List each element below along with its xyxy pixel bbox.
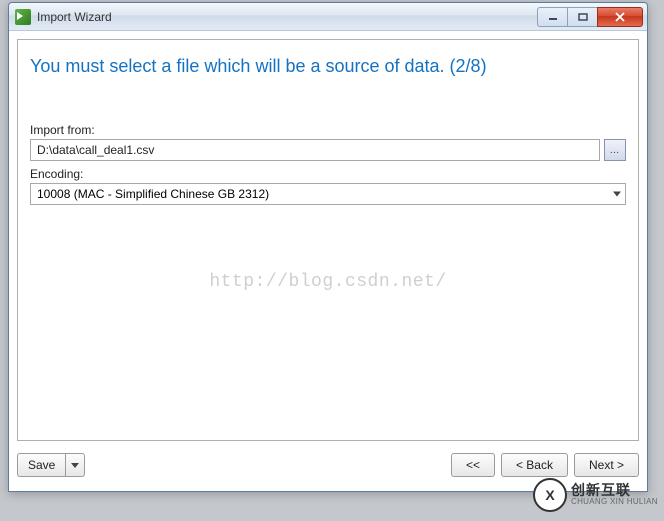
- browse-button[interactable]: …: [604, 139, 626, 161]
- encoding-select[interactable]: 10008 (MAC - Simplified Chinese GB 2312): [30, 183, 626, 205]
- import-from-group: Import from: …: [18, 117, 638, 161]
- maximize-button[interactable]: [567, 7, 597, 27]
- save-split-button: Save: [17, 453, 85, 477]
- watermark-text: http://blog.csdn.net/: [18, 272, 638, 292]
- encoding-value: 10008 (MAC - Simplified Chinese GB 2312): [37, 187, 269, 201]
- titlebar: Import Wizard: [9, 3, 647, 31]
- brand-text: 创新互联 CHUANG XIN HULIAN: [571, 483, 658, 506]
- back-button[interactable]: < Back: [501, 453, 568, 477]
- import-from-label: Import from:: [30, 123, 626, 137]
- maximize-icon: [578, 13, 588, 21]
- save-button[interactable]: Save: [17, 453, 65, 477]
- close-icon: [614, 12, 626, 22]
- first-button[interactable]: <<: [451, 453, 495, 477]
- next-button[interactable]: Next >: [574, 453, 639, 477]
- import-from-input[interactable]: [30, 139, 600, 161]
- brand-cn: 创新互联: [571, 483, 658, 498]
- close-button[interactable]: [597, 7, 643, 27]
- nav-buttons: << < Back Next >: [451, 453, 639, 477]
- ellipsis-icon: …: [610, 145, 621, 156]
- encoding-label: Encoding:: [30, 167, 626, 181]
- wizard-content: You must select a file which will be a s…: [17, 39, 639, 441]
- minimize-icon: [548, 13, 558, 21]
- brand-en: CHUANG XIN HULIAN: [571, 498, 658, 506]
- save-dropdown-button[interactable]: [65, 453, 85, 477]
- chevron-down-icon: [613, 192, 621, 197]
- window-controls: [537, 7, 643, 27]
- minimize-button[interactable]: [537, 7, 567, 27]
- app-icon: [15, 9, 31, 25]
- window-title: Import Wizard: [37, 10, 537, 24]
- chevron-down-icon: [71, 463, 79, 468]
- brand-logo-icon: X: [533, 478, 567, 512]
- wizard-heading: You must select a file which will be a s…: [18, 40, 638, 83]
- brand-watermark: X 创新互联 CHUANG XIN HULIAN: [533, 475, 658, 515]
- encoding-group: Encoding: 10008 (MAC - Simplified Chines…: [18, 161, 638, 205]
- import-wizard-window: Import Wizard You must select a file whi…: [8, 2, 648, 492]
